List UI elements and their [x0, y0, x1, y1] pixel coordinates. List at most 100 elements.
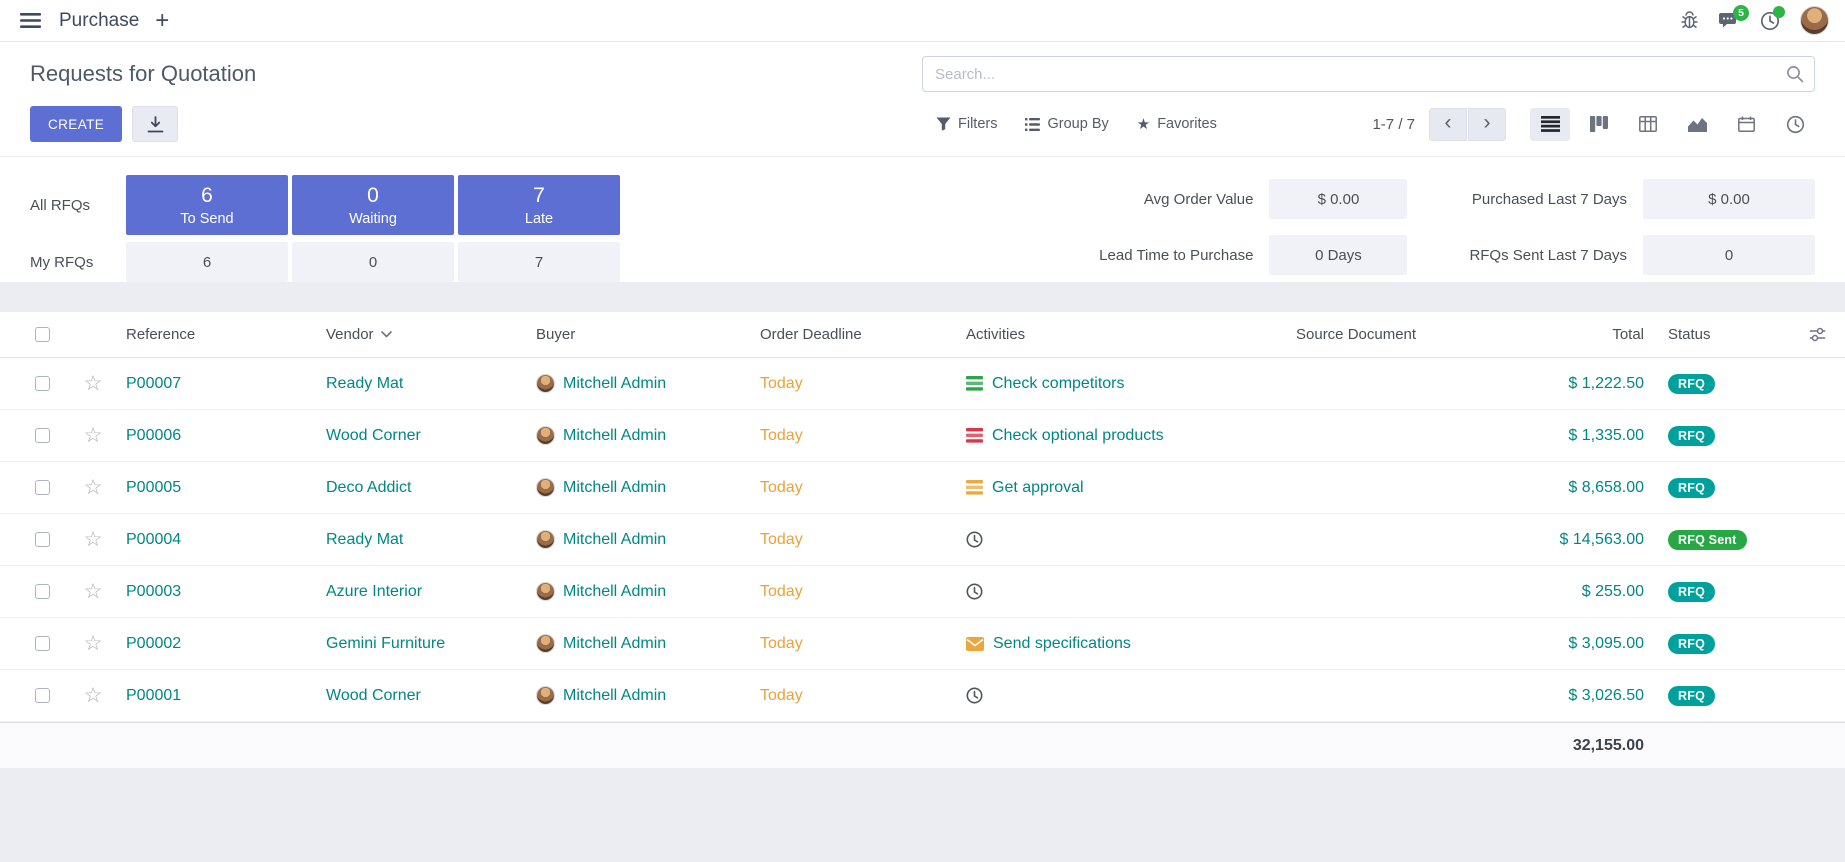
buyer-link[interactable]: Mitchell Admin: [563, 687, 666, 705]
favorites-button[interactable]: ★ Favorites: [1137, 116, 1217, 132]
activity-tasks-icon[interactable]: [966, 376, 983, 391]
table-row[interactable]: ☆ P00005 Deco Addict Mitchell Admin Toda…: [0, 462, 1845, 514]
reference-link[interactable]: P00003: [126, 583, 181, 601]
reference-link[interactable]: P00005: [126, 479, 181, 497]
vendor-link[interactable]: Wood Corner: [326, 687, 421, 705]
tile-late[interactable]: 7 Late: [458, 175, 620, 235]
column-header-buyer[interactable]: Buyer: [530, 326, 754, 343]
buyer-link[interactable]: Mitchell Admin: [563, 635, 666, 653]
group-by-button[interactable]: Group By: [1025, 116, 1108, 132]
reference-link[interactable]: P00006: [126, 427, 181, 445]
kanban-view-button[interactable]: [1579, 108, 1619, 141]
pager-previous-button[interactable]: ‹: [1429, 108, 1467, 141]
pivot-view-button[interactable]: [1628, 108, 1668, 141]
calendar-view-button[interactable]: [1726, 108, 1766, 141]
pager: 1-7 / 7 ‹ ›: [1372, 108, 1506, 141]
row-checkbox[interactable]: [35, 636, 50, 651]
optional-columns-button[interactable]: [1800, 327, 1835, 342]
activity-label[interactable]: Get approval: [992, 479, 1084, 497]
filters-button[interactable]: Filters: [936, 116, 997, 132]
activity-envelope-icon[interactable]: [966, 637, 984, 651]
activity-label[interactable]: Send specifications: [993, 635, 1131, 653]
search-input[interactable]: [922, 56, 1815, 92]
column-header-activities[interactable]: Activities: [960, 326, 1290, 343]
activity-view-button[interactable]: [1775, 108, 1815, 141]
graph-view-button[interactable]: [1677, 108, 1717, 141]
favorite-star-icon[interactable]: ☆: [84, 425, 103, 446]
buyer-link[interactable]: Mitchell Admin: [563, 479, 666, 497]
messages-icon[interactable]: 5: [1719, 12, 1740, 30]
activity-label[interactable]: Check optional products: [992, 427, 1164, 445]
row-checkbox[interactable]: [35, 532, 50, 547]
favorite-star-icon[interactable]: ☆: [84, 581, 103, 602]
buyer-link[interactable]: Mitchell Admin: [563, 583, 666, 601]
table-row[interactable]: ☆ P00002 Gemini Furniture Mitchell Admin…: [0, 618, 1845, 670]
page-title: Requests for Quotation: [30, 61, 922, 87]
app-name[interactable]: Purchase: [59, 10, 139, 32]
activity-tasks-icon[interactable]: [966, 480, 983, 495]
column-header-order-deadline[interactable]: Order Deadline: [754, 326, 960, 343]
activities-clock-icon[interactable]: [1760, 11, 1780, 31]
my-waiting-count[interactable]: 0: [292, 242, 454, 282]
column-header-status[interactable]: Status: [1650, 326, 1800, 343]
column-header-total[interactable]: Total: [1540, 326, 1650, 343]
bug-icon[interactable]: [1680, 11, 1699, 30]
buyer-link[interactable]: Mitchell Admin: [563, 375, 666, 393]
user-avatar[interactable]: [1800, 6, 1829, 35]
tile-waiting[interactable]: 0 Waiting: [292, 175, 454, 235]
lead-time-to-purchase: 0 Days: [1269, 235, 1407, 275]
favorite-star-icon[interactable]: ☆: [84, 633, 103, 654]
row-checkbox[interactable]: [35, 688, 50, 703]
activity-clock-icon[interactable]: [966, 687, 983, 704]
tile-to-send[interactable]: 6 To Send: [126, 175, 288, 235]
pager-next-button[interactable]: ›: [1468, 108, 1506, 141]
activity-clock-icon[interactable]: [966, 583, 983, 600]
plus-icon[interactable]: +: [155, 9, 169, 33]
create-button[interactable]: CREATE: [30, 106, 122, 142]
column-header-vendor[interactable]: Vendor: [320, 326, 530, 343]
table-row[interactable]: ☆ P00003 Azure Interior Mitchell Admin T…: [0, 566, 1845, 618]
buyer-link[interactable]: Mitchell Admin: [563, 531, 666, 549]
favorite-star-icon[interactable]: ☆: [84, 373, 103, 394]
select-all-checkbox[interactable]: [35, 327, 50, 342]
activity-clock-icon[interactable]: [966, 531, 983, 548]
apps-menu-icon[interactable]: [16, 9, 45, 32]
favorite-star-icon[interactable]: ☆: [84, 529, 103, 550]
table-footer-row: 32,155.00: [0, 722, 1845, 768]
vendor-link[interactable]: Ready Mat: [326, 375, 403, 393]
reference-link[interactable]: P00007: [126, 375, 181, 393]
favorite-star-icon[interactable]: ☆: [84, 477, 103, 498]
reference-link[interactable]: P00004: [126, 531, 181, 549]
table-row[interactable]: ☆ P00001 Wood Corner Mitchell Admin Toda…: [0, 670, 1845, 722]
rfq-stats: Avg Order Value $ 0.00 Purchased Last 7 …: [1099, 179, 1815, 275]
favorite-star-icon[interactable]: ☆: [84, 685, 103, 706]
my-to-send-count[interactable]: 6: [126, 242, 288, 282]
column-header-reference[interactable]: Reference: [120, 326, 320, 343]
buyer-link[interactable]: Mitchell Admin: [563, 427, 666, 445]
row-checkbox[interactable]: [35, 376, 50, 391]
row-checkbox[interactable]: [35, 480, 50, 495]
column-header-source-document[interactable]: Source Document: [1290, 326, 1540, 343]
all-rfqs-label: All RFQs: [30, 197, 122, 214]
row-checkbox[interactable]: [35, 428, 50, 443]
my-late-count[interactable]: 7: [458, 242, 620, 282]
reference-link[interactable]: P00001: [126, 687, 181, 705]
total-amount: $ 3,026.50: [1568, 687, 1644, 705]
vendor-link[interactable]: Ready Mat: [326, 531, 403, 549]
export-button[interactable]: [132, 106, 178, 142]
row-checkbox[interactable]: [35, 584, 50, 599]
vendor-link[interactable]: Deco Addict: [326, 479, 411, 497]
reference-link[interactable]: P00002: [126, 635, 181, 653]
vendor-link[interactable]: Gemini Furniture: [326, 635, 445, 653]
activity-tasks-icon[interactable]: [966, 428, 983, 443]
list-view-button[interactable]: [1530, 108, 1570, 141]
search-options-row: Filters Group By ★ Favorites 1-7 / 7 ‹ ›: [922, 106, 1815, 142]
total-amount: $ 14,563.00: [1559, 531, 1644, 549]
table-row[interactable]: ☆ P00006 Wood Corner Mitchell Admin Toda…: [0, 410, 1845, 462]
activity-label[interactable]: Check competitors: [992, 375, 1125, 393]
table-row[interactable]: ☆ P00007 Ready Mat Mitchell Admin Today …: [0, 358, 1845, 410]
vendor-link[interactable]: Azure Interior: [326, 583, 422, 601]
table-row[interactable]: ☆ P00004 Ready Mat Mitchell Admin Today …: [0, 514, 1845, 566]
status-badge: RFQ: [1668, 634, 1715, 654]
vendor-link[interactable]: Wood Corner: [326, 427, 421, 445]
